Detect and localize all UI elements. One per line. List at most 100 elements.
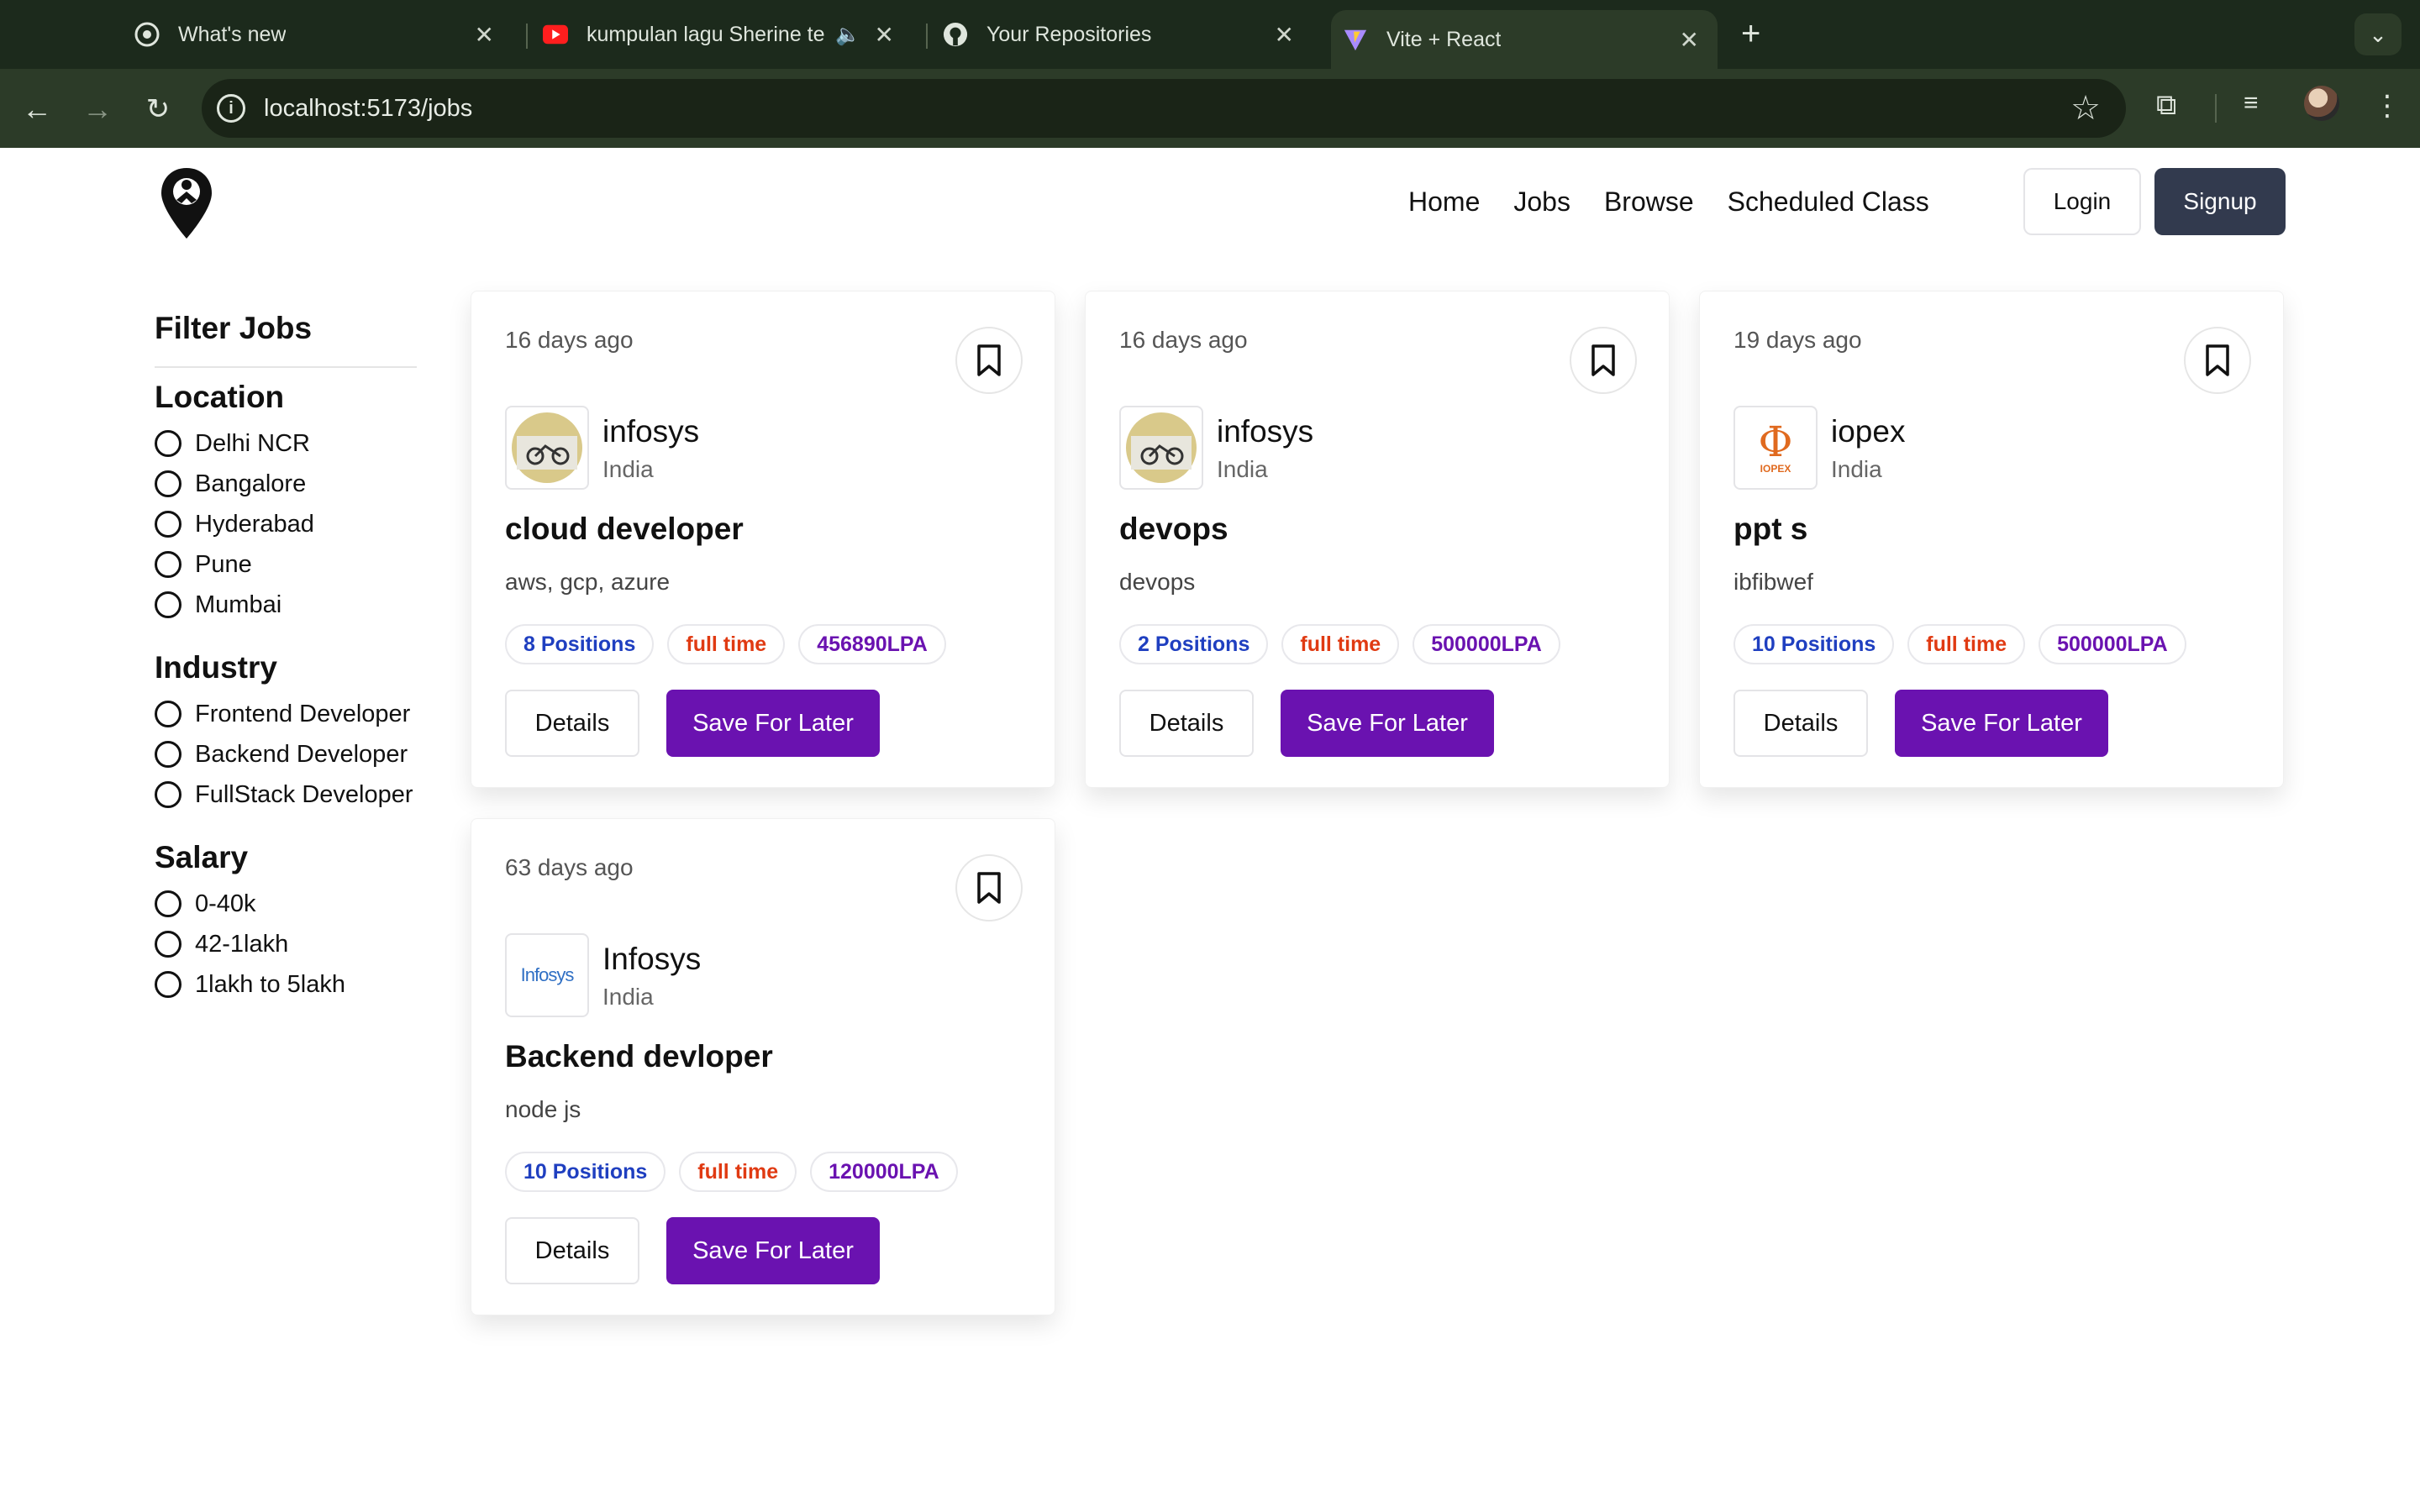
option-label: Delhi NCR [195,429,310,457]
radio-delhi-ncr[interactable]: Delhi NCR [155,423,417,464]
more-menu-icon[interactable]: ⋮ [2373,89,2402,123]
speaker-icon[interactable]: 🔈 [835,23,860,47]
radio-salary-1lakh-5lakh[interactable]: 1lakh to 5lakh [155,964,417,1005]
forward-icon[interactable]: → [79,91,116,128]
radio-backend-developer[interactable]: Backend Developer [155,734,417,774]
positions-badge: 10 Positions [1733,624,1895,664]
details-button[interactable]: Details [505,690,639,757]
nav-jobs[interactable]: Jobs [1513,186,1570,218]
youtube-icon [543,22,568,47]
media-control-icon[interactable]: ≡ [2244,89,2259,118]
job-type-badge: full time [667,624,786,664]
tab-search-button[interactable]: ⌄ [2354,13,2402,55]
radio-frontend-developer[interactable]: Frontend Developer [155,694,417,734]
positions-badge: 2 Positions [1119,624,1269,664]
nav-scheduled-class[interactable]: Scheduled Class [1728,186,1929,218]
tab-separator [926,24,928,49]
filter-group-heading: Industry [155,650,277,685]
address-bar[interactable]: i localhost:5173/jobs ☆ [202,79,2126,138]
info-icon[interactable]: i [217,94,245,123]
filter-title: Filter Jobs [155,311,417,368]
radio-button[interactable] [155,741,182,768]
close-icon[interactable]: ✕ [875,21,894,49]
save-for-later-button[interactable]: Save For Later [666,1217,880,1284]
details-button[interactable]: Details [1119,690,1254,757]
bookmark-button[interactable] [1570,327,1637,394]
bookmark-button[interactable] [955,327,1023,394]
site-header: Home Jobs Browse Scheduled Class Login S… [0,148,2420,257]
company-logo: Infosys [505,933,589,1017]
salary-badge: 500000LPA [2039,624,2186,664]
reload-icon[interactable]: ↻ [139,91,176,128]
job-card[interactable]: 19 days ago Φ IOPEX iopex India ppt s ib… [1699,291,2284,788]
filter-group-heading: Location [155,380,285,414]
signup-button[interactable]: Signup [2154,168,2286,235]
job-card[interactable]: 16 days ago infosys India devops devops … [1085,291,1670,788]
nav-browse[interactable]: Browse [1604,186,1694,218]
tab-youtube[interactable]: kumpulan lagu Sherine te 🔈 ✕ [543,10,913,59]
bookmark-button[interactable] [955,854,1023,921]
radio-mumbai[interactable]: Mumbai [155,585,417,625]
avatar[interactable] [2304,86,2339,121]
extensions-icon[interactable]: ⧉ [2156,89,2176,122]
job-card[interactable]: 63 days ago Infosys Infosys India Backen… [471,818,1055,1315]
main-nav: Home Jobs Browse Scheduled Class [1408,186,1929,218]
save-for-later-button[interactable]: Save For Later [1281,690,1494,757]
company-logo [505,406,589,490]
bookmark-button[interactable] [2184,327,2251,394]
radio-button[interactable] [155,701,182,727]
radio-button[interactable] [155,470,182,497]
star-icon[interactable]: ☆ [2070,89,2101,128]
radio-salary-42-1lakh[interactable]: 42-1lakh [155,924,417,964]
details-button[interactable]: Details [1733,690,1868,757]
toolbar-divider [2215,94,2217,123]
login-button[interactable]: Login [2023,168,2141,235]
radio-button[interactable] [155,430,182,457]
details-button[interactable]: Details [505,1217,639,1284]
tab-vite-react[interactable]: Vite + React ✕ [1331,10,1718,69]
new-tab-icon[interactable]: + [1741,15,1760,53]
job-card[interactable]: 16 days ago infosys India cloud develope… [471,291,1055,788]
radio-button[interactable] [155,591,182,618]
bookmark-icon [977,344,1001,376]
company-location: India [1831,456,1882,482]
radio-salary-0-40k[interactable]: 0-40k [155,884,417,924]
tab-github[interactable]: Your Repositories ✕ [943,10,1313,59]
tab-title: Your Repositories [986,22,1152,46]
option-label: Mumbai [195,591,282,618]
job-title: devops [1119,512,1228,546]
close-icon[interactable]: ✕ [1680,26,1699,54]
radio-button[interactable] [155,551,182,578]
close-icon[interactable]: ✕ [475,21,494,49]
radio-pune[interactable]: Pune [155,544,417,585]
infosys-logo-text: Infosys [520,964,575,985]
iopex-phi-icon: Φ [1758,417,1793,466]
job-title: Backend devloper [505,1039,773,1074]
url-text[interactable]: localhost:5173/jobs [264,95,472,123]
bookmark-icon [2206,344,2229,376]
back-icon[interactable]: ← [18,91,55,128]
radio-button[interactable] [155,971,182,998]
close-icon[interactable]: ✕ [1275,21,1294,49]
tab-whats-new[interactable]: What's new ✕ [134,10,513,59]
save-for-later-button[interactable]: Save For Later [666,690,880,757]
radio-button[interactable] [155,781,182,808]
radio-bangalore[interactable]: Bangalore [155,464,417,504]
salary-badge: 500000LPA [1413,624,1560,664]
radio-hyderabad[interactable]: Hyderabad [155,504,417,544]
save-for-later-button[interactable]: Save For Later [1895,690,2108,757]
radio-button[interactable] [155,511,182,538]
logo-icon[interactable] [160,166,213,240]
bookmark-icon [977,872,1001,904]
radio-button[interactable] [155,931,182,958]
company-logo [1119,406,1203,490]
browser-toolbar: ← → ↻ i localhost:5173/jobs ☆ ⧉ ≡ ⋮ [0,69,2420,148]
company-location: India [1217,456,1268,482]
company-logo: Φ IOPEX [1733,406,1818,490]
nav-home[interactable]: Home [1408,186,1480,218]
chrome-icon [134,22,160,47]
job-badges: 2 Positions full time 500000LPA [1119,624,1560,664]
option-label: 0-40k [195,890,256,917]
radio-fullstack-developer[interactable]: FullStack Developer [155,774,417,815]
radio-button[interactable] [155,890,182,917]
